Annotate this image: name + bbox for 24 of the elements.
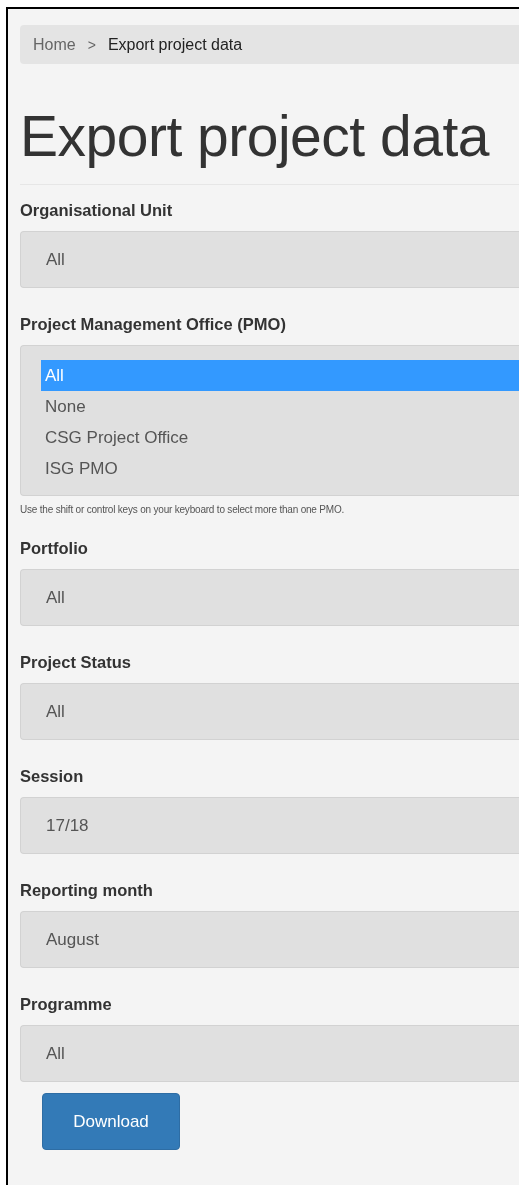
breadcrumb-separator: > [87, 36, 96, 53]
field-label: Project Management Office (PMO) [20, 314, 287, 335]
field-label: Reporting month [20, 880, 154, 901]
select-field[interactable]: 17/18 [20, 797, 519, 854]
breadcrumb-current: Export project data [107, 35, 243, 54]
select-field[interactable]: All [20, 683, 519, 740]
select-field[interactable]: August [20, 911, 519, 968]
field-label: Programme [20, 994, 113, 1015]
download-button[interactable]: Download [42, 1093, 180, 1150]
field-label: Project Status [20, 652, 132, 673]
list-option[interactable]: ISG PMO [41, 453, 519, 484]
page-title: Export project data [20, 104, 491, 168]
field-label: Portfolio [20, 538, 89, 559]
field-label: Session [20, 766, 85, 787]
listbox[interactable]: All None CSG Project Office ISG PMO [20, 345, 519, 496]
breadcrumb-link[interactable]: Home [33, 35, 76, 54]
help-text: Use the shift or control keys on your keyboard to select more than one PMO. [20, 504, 346, 515]
select-field[interactable]: All [20, 569, 519, 626]
list-option[interactable]: None [41, 391, 519, 422]
select-field[interactable]: All [20, 231, 519, 288]
field-label: Organisational Unit [20, 200, 174, 221]
select-field[interactable]: All [20, 1025, 519, 1082]
list-option[interactable]: All [41, 360, 519, 391]
list-option[interactable]: CSG Project Office [41, 422, 519, 453]
